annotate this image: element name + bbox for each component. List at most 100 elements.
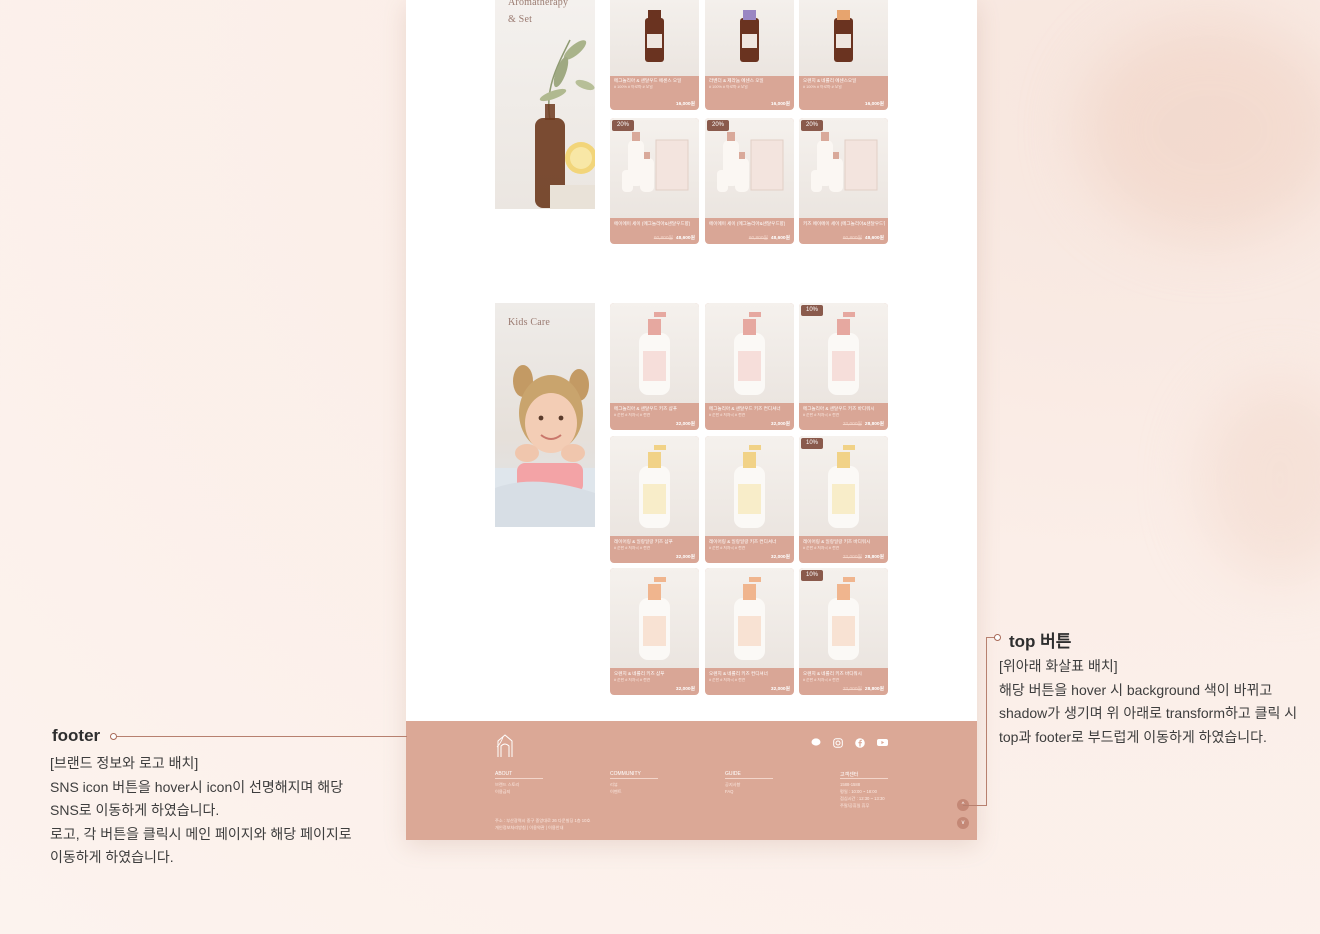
original-price: 32,000원 bbox=[842, 555, 862, 560]
product-card[interactable]: 10% 오렌지 & 네롤리 키즈 바디워시 # 순한 # 저자극 # 천연 32,00… bbox=[799, 568, 888, 695]
product-tags: # 순한 # 저자극 # 천연 bbox=[614, 413, 651, 417]
footer-annotation-body: [브랜드 정보와 로고 배치] SNS icon 버튼을 hover시 icon… bbox=[50, 752, 352, 870]
product-tags: # 100% # 아로마 # 오일 bbox=[614, 85, 653, 89]
product-image bbox=[610, 303, 699, 403]
product-image bbox=[610, 436, 699, 536]
annotation-line: SNS로 이동하게 하였습니다. bbox=[50, 802, 220, 818]
divider bbox=[495, 778, 543, 779]
annotation-line: [브랜드 정보와 로고 배치] bbox=[50, 755, 199, 771]
footer-community-link[interactable]: 리뷰 bbox=[610, 782, 618, 788]
footer-about-link[interactable]: 브랜드 스토리 bbox=[495, 782, 519, 788]
youtube-icon[interactable] bbox=[877, 738, 888, 749]
sale-price: 16,000원 bbox=[675, 102, 695, 107]
plant-vase-illustration bbox=[535, 39, 595, 209]
product-card[interactable]: 오렌지 & 네롤리 에센스오일 # 100% # 아로마 # 오일 16,000원 bbox=[799, 0, 888, 110]
product-card[interactable]: 10% 레이어링 & 일랑일랑 키즈 바디워시 # 순한 # 저자극 # 천연 32,… bbox=[799, 436, 888, 563]
footer-address: 주소 : 부산광역시 중구 중앙대로 26 다운빌딩 1층 10호 bbox=[495, 818, 591, 823]
sale-price: 16,000원 bbox=[864, 102, 884, 107]
product-price: 16,000원 bbox=[676, 100, 695, 107]
product-card[interactable]: 오렌지 & 네롤리 키즈 컨디셔너 # 순한 # 저자극 # 천연 32,000원 bbox=[705, 568, 794, 695]
divider bbox=[725, 778, 773, 779]
brand-logo[interactable] bbox=[495, 733, 515, 759]
footer-about-heading: ABOUT bbox=[495, 771, 513, 777]
instagram-icon[interactable] bbox=[833, 738, 843, 750]
product-price: 60,800원 48,600원 bbox=[843, 234, 884, 241]
top-button-annotation-body: [위아래 화살표 배치] 해당 버튼을 hover 시 background 색… bbox=[999, 655, 1297, 749]
product-card[interactable]: 20% 에이에이 세이 (메그놀리아&샌달우드향) 60,800원 48,600원 bbox=[610, 118, 699, 244]
sale-price: 32,000원 bbox=[675, 687, 695, 692]
kids-category-banner[interactable]: Kids Care bbox=[495, 303, 595, 527]
product-name: 레이어링 & 일랑일랑 키즈 샴푸 bbox=[614, 539, 673, 544]
product-tags: # 순한 # 저자극 # 천연 bbox=[614, 546, 651, 550]
product-card[interactable]: 메그놀리아 & 샌달우드 키즈 샴푸 # 순한 # 저자극 # 천연 32,000원 bbox=[610, 303, 699, 430]
footer-community-heading: COMMUNITY bbox=[610, 771, 641, 777]
product-card[interactable]: 10% 메그놀리아 & 샌달우드 키즈 바디워시 # 순한 # 저자극 # 천연 32… bbox=[799, 303, 888, 430]
product-image bbox=[610, 568, 699, 668]
product-card[interactable]: 20% 에이에이 세이 (메그놀리아&샌달우드향) 60,800원 48,600원 bbox=[705, 118, 794, 244]
product-name: 오렌지 & 네롤리 키즈 컨디셔너 bbox=[709, 671, 768, 676]
footer-guide-heading: GUIDE bbox=[725, 771, 741, 777]
product-card[interactable]: 레이어링 & 일랑일랑 키즈 샴푸 # 순한 # 저자극 # 천연 32,000원 bbox=[610, 436, 699, 563]
product-image bbox=[705, 0, 794, 76]
sale-price: 48,600원 bbox=[675, 236, 695, 241]
product-tags: # 순한 # 저자극 # 천연 bbox=[709, 678, 746, 682]
sale-price: 48,600원 bbox=[770, 236, 790, 241]
footer-annotation-title: footer bbox=[52, 726, 101, 745]
product-card[interactable]: 라벤더 & 제라늄 에센스 오일 # 100% # 아로마 # 오일 16,000원 bbox=[705, 0, 794, 110]
footer-about-link[interactable]: 이용금지 bbox=[495, 789, 510, 795]
product-price: 32,000원 bbox=[771, 420, 790, 427]
product-card[interactable]: 오렌지 & 네롤리 키즈 샴푸 # 순한 # 저자극 # 천연 32,000원 bbox=[610, 568, 699, 695]
product-image bbox=[799, 303, 888, 403]
footer-community-link[interactable]: 이벤트 bbox=[610, 789, 622, 795]
annotation-dot bbox=[110, 733, 117, 740]
facebook-icon[interactable] bbox=[855, 738, 865, 750]
annotation-line: shadow가 생기며 위 아래로 transform하고 클릭 시 bbox=[999, 705, 1298, 721]
product-name: 메그놀리아 & 샌달우드 키즈 바디워시 bbox=[803, 406, 875, 411]
footer: ABOUT 브랜드 스토리 이용금지 COMMUNITY 리뷰 이벤트 GUID… bbox=[406, 721, 977, 840]
product-image bbox=[799, 0, 888, 76]
background-blur-shape bbox=[1200, 380, 1320, 580]
aroma-category-banner[interactable]: Aromatherapy & Set bbox=[495, 0, 595, 209]
original-price: 60,800원 bbox=[842, 236, 862, 241]
product-name: 메그놀리아 & 샌달우드 에센스 오일 bbox=[614, 78, 682, 83]
annotation-leader-line bbox=[986, 637, 987, 806]
product-tags: # 순한 # 저자극 # 천연 bbox=[709, 546, 746, 550]
product-card[interactable]: 20% 키즈 에이에이 세이 (메그놀리아&샌달우드향) 60,800원 48,600… bbox=[799, 118, 888, 244]
product-name: 오렌지 & 네롤리 키즈 바디워시 bbox=[803, 671, 862, 676]
footer-policy-links[interactable]: 개인정보처리방침 | 이용약관 | 이용안내 bbox=[495, 825, 563, 831]
sale-price: 32,000원 bbox=[770, 555, 790, 560]
original-price: 60,800원 bbox=[748, 236, 768, 241]
product-card[interactable]: 메그놀리아 & 샌달우드 키즈 컨디셔너 # 순한 # 저자극 # 천연 32,00… bbox=[705, 303, 794, 430]
original-price: 32,000원 bbox=[842, 422, 862, 427]
product-tags: # 순한 # 저자극 # 천연 bbox=[803, 678, 840, 682]
product-card[interactable]: 메그놀리아 & 샌달우드 에센스 오일 # 100% # 아로마 # 오일 16,0… bbox=[610, 0, 699, 110]
product-card[interactable]: 레이어링 & 일랑일랑 키즈 컨디셔너 # 순한 # 저자극 # 천연 32,000… bbox=[705, 436, 794, 563]
product-tags: # 100% # 아로마 # 오일 bbox=[709, 85, 748, 89]
product-price: 32,000원 bbox=[676, 420, 695, 427]
product-price: 16,000원 bbox=[771, 100, 790, 107]
product-price: 32,000원 bbox=[771, 553, 790, 560]
product-price: 32,000원 28,800원 bbox=[843, 553, 884, 560]
scroll-down-button[interactable]: v bbox=[957, 817, 969, 829]
product-name: 라벤더 & 제라늄 에센스 오일 bbox=[709, 78, 764, 83]
website-preview: Aromatherapy & Set 메그놀리아 & 샌달우드 에센스 오일 # … bbox=[406, 0, 977, 840]
product-price: 32,000원 bbox=[676, 553, 695, 560]
product-image bbox=[610, 0, 699, 76]
footer-guide-link[interactable]: 공지사항 bbox=[725, 782, 740, 788]
product-image bbox=[610, 118, 699, 218]
footer-guide-link[interactable]: FAQ bbox=[725, 789, 733, 794]
original-price: 60,800원 bbox=[653, 236, 673, 241]
original-price: 32,000원 bbox=[842, 687, 862, 692]
product-name: 레이어링 & 일랑일랑 키즈 컨디셔너 bbox=[709, 539, 777, 544]
sale-price: 28,800원 bbox=[864, 687, 884, 692]
discount-badge: 20% bbox=[707, 120, 730, 131]
kakao-icon[interactable] bbox=[811, 738, 821, 749]
product-name: 레이어링 & 일랑일랑 키즈 바디워시 bbox=[803, 539, 871, 544]
product-price: 32,000원 bbox=[676, 685, 695, 692]
sale-price: 32,000원 bbox=[770, 687, 790, 692]
sale-price: 48,600원 bbox=[864, 236, 884, 241]
product-price: 32,000원 bbox=[771, 685, 790, 692]
child-photo-illustration bbox=[495, 365, 595, 527]
product-image bbox=[799, 436, 888, 536]
discount-badge: 20% bbox=[612, 120, 635, 131]
